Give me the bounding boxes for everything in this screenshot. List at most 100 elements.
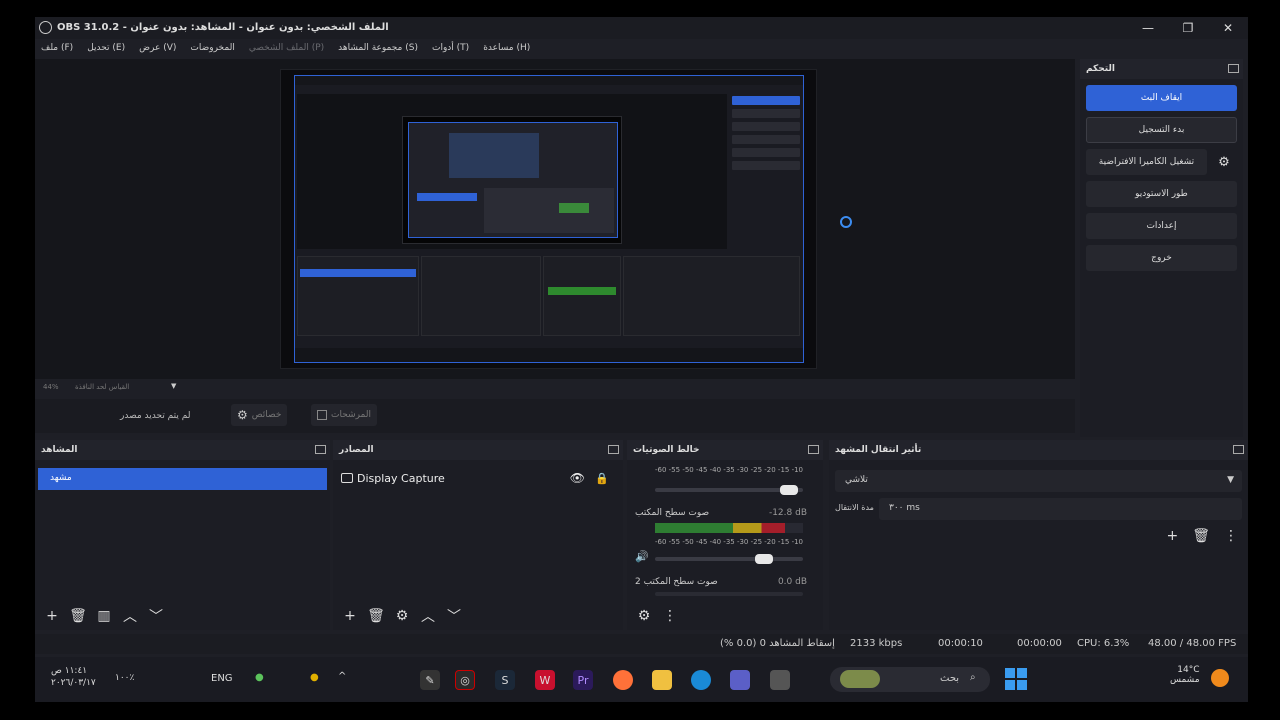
windows-taskbar: ١١:٤١ ص ٢٠٢٦/٠٣/١٧ ١٠٠٪ ENG ● ● ^ ✎ ◎ S …: [35, 657, 1248, 702]
weather-condition: مشمس: [1170, 675, 1200, 685]
more-icon[interactable]: ⋮: [661, 608, 679, 624]
preview-area[interactable]: [35, 59, 1075, 379]
status-bar: إسقاط المشاهد 0 (0.0 %) 2133 kbps 00:00:…: [35, 634, 1248, 654]
steam-icon[interactable]: S: [495, 670, 515, 690]
taskbar-search[interactable]: بحث ⌕: [830, 667, 990, 692]
edge-icon[interactable]: [691, 670, 711, 690]
scale-percent: 44%: [43, 383, 59, 391]
meter-ticks: -60 -55 -50 -45 -40 -35 -30 -25 -20 -15 …: [655, 538, 803, 546]
undock-icon[interactable]: [315, 445, 326, 454]
menu-scene-collection[interactable]: مجموعة المشاهد (S): [338, 43, 418, 53]
menu-file[interactable]: ملف (F): [41, 43, 73, 53]
channel-db: 0.0 dB: [777, 577, 807, 587]
scene-item[interactable]: مشهد: [38, 468, 327, 490]
settings-button[interactable]: إعدادات: [1086, 213, 1237, 239]
menu-bar: ملف (F) تحديل (E) عرض (V) المخروضات المل…: [35, 39, 1248, 57]
chevron-down-icon[interactable]: ▼: [171, 382, 176, 390]
menu-tools[interactable]: أدوات (T): [432, 43, 469, 53]
maximize-button[interactable]: ❐: [1168, 17, 1208, 39]
scenes-title: المشاهد: [41, 445, 78, 455]
eye-icon[interactable]: 👁: [570, 471, 585, 485]
level-meter: [655, 523, 803, 533]
menu-help[interactable]: مساعدة (H): [483, 43, 530, 53]
trash-icon[interactable]: 🗑: [1192, 528, 1210, 544]
wps-icon[interactable]: W: [535, 670, 555, 690]
context-bar: لم يتم تحديد مصدر ⚙ خصائص المرشحات: [35, 399, 1075, 433]
source-item[interactable]: Display Capture 👁 🔒: [341, 468, 615, 488]
level-meter: [655, 592, 803, 596]
windows-start-icon[interactable]: [1005, 668, 1027, 690]
gear-icon[interactable]: ⚙: [393, 608, 411, 624]
duration-input[interactable]: ٣٠٠ ms: [879, 498, 1242, 520]
scenes-dock: المشاهد مشهد + 🗑 ▥ ︿ ﹀: [35, 440, 330, 630]
chevron-down-icon[interactable]: ﹀: [147, 606, 165, 626]
chevron-down-icon[interactable]: ﹀: [445, 606, 463, 626]
scenes-dock-title: المشاهد: [35, 440, 330, 460]
weather-widget[interactable]: 14°C مشمس: [1170, 665, 1200, 685]
volume-slider[interactable]: [655, 554, 803, 564]
add-icon[interactable]: +: [341, 608, 359, 624]
search-icon: ⌕: [970, 672, 976, 683]
bitrate: 2133 kbps: [850, 638, 903, 649]
explorer-icon[interactable]: [652, 670, 672, 690]
firefox-icon[interactable]: [613, 670, 633, 690]
close-button[interactable]: ✕: [1208, 17, 1248, 39]
add-icon[interactable]: +: [1166, 528, 1178, 544]
properties-button[interactable]: ⚙ خصائص: [231, 404, 288, 426]
system-clock[interactable]: ١١:٤١ ص ٢٠٢٦/٠٣/١٧: [51, 665, 96, 689]
menu-profile[interactable]: الملف الشخصي (P): [249, 43, 324, 53]
nested-inner-preview: [402, 116, 622, 244]
exit-button[interactable]: خروج: [1086, 245, 1237, 271]
gear-icon[interactable]: ⚙: [635, 608, 653, 624]
teams-icon[interactable]: [730, 670, 750, 690]
chevron-up-icon[interactable]: ︿: [419, 606, 437, 626]
transitions-title: تأثير انتقال المشهد: [835, 445, 922, 455]
stop-streaming-button[interactable]: ايقاف البث: [1086, 85, 1237, 111]
speaker-icon[interactable]: 🔊: [635, 550, 649, 563]
minimize-button[interactable]: —: [1128, 17, 1168, 39]
lock-icon[interactable]: 🔒: [595, 472, 609, 485]
filters-button[interactable]: المرشحات: [311, 404, 377, 426]
status-icon[interactable]: ●: [310, 672, 319, 683]
preview-canvas[interactable]: [280, 69, 817, 369]
menu-view[interactable]: عرض (V): [139, 43, 176, 53]
chevron-up-icon[interactable]: ︿: [121, 606, 139, 626]
nested-controls: [732, 96, 800, 186]
app-icon[interactable]: ✎: [420, 670, 440, 690]
undock-icon[interactable]: [1228, 64, 1239, 73]
trash-icon[interactable]: 🗑: [367, 608, 385, 624]
trash-icon[interactable]: 🗑: [69, 608, 87, 624]
menu-docks[interactable]: المخروضات: [190, 43, 234, 53]
filters-label: المرشحات: [331, 410, 371, 420]
virtual-camera-settings-icon[interactable]: ⚙: [1211, 149, 1237, 175]
menu-edit[interactable]: تحديل (E): [87, 43, 125, 53]
controls-dock: التحكم ايقاف البث بدء التسجيل تشغيل الكا…: [1080, 59, 1243, 437]
premiere-icon[interactable]: Pr: [573, 670, 593, 690]
sources-dock-title: المصادر: [333, 440, 623, 460]
transition-select[interactable]: تلاشي ▼: [835, 470, 1242, 492]
volume-slider[interactable]: [655, 485, 803, 495]
nested-preview: [297, 94, 727, 249]
start-virtual-camera-button[interactable]: تشغيل الكاميرا الافتراضية: [1086, 149, 1207, 175]
obs-window: OBS 31.0.2 - الملف الشخصي: بدون عنوان - …: [35, 17, 1248, 702]
undock-icon[interactable]: [1233, 445, 1244, 454]
filter-icon[interactable]: ▥: [95, 608, 113, 624]
clock-time: ١١:٤١ ص: [51, 666, 88, 676]
more-icon[interactable]: ⋮: [1224, 528, 1238, 544]
undock-icon[interactable]: [808, 445, 819, 454]
undock-icon[interactable]: [608, 445, 619, 454]
obs-icon[interactable]: ◎: [455, 670, 475, 690]
monitor-icon: [341, 473, 353, 483]
studio-mode-button[interactable]: طور الاستوديو: [1086, 181, 1237, 207]
files-icon[interactable]: [770, 670, 790, 690]
start-recording-button[interactable]: بدء التسجيل: [1086, 117, 1237, 143]
scale-mode-select[interactable]: القياس لحد النافذة: [75, 383, 129, 391]
add-icon[interactable]: +: [43, 608, 61, 624]
language-indicator[interactable]: ENG: [211, 673, 233, 684]
obs-logo-icon: [39, 21, 52, 34]
battery-percent: ١٠٠٪: [115, 673, 135, 683]
chevron-up-icon[interactable]: ^: [338, 671, 346, 682]
nested-docks: [297, 256, 800, 336]
mic-icon[interactable]: ●: [255, 672, 264, 683]
transitions-dock-title: تأثير انتقال المشهد: [829, 440, 1248, 460]
